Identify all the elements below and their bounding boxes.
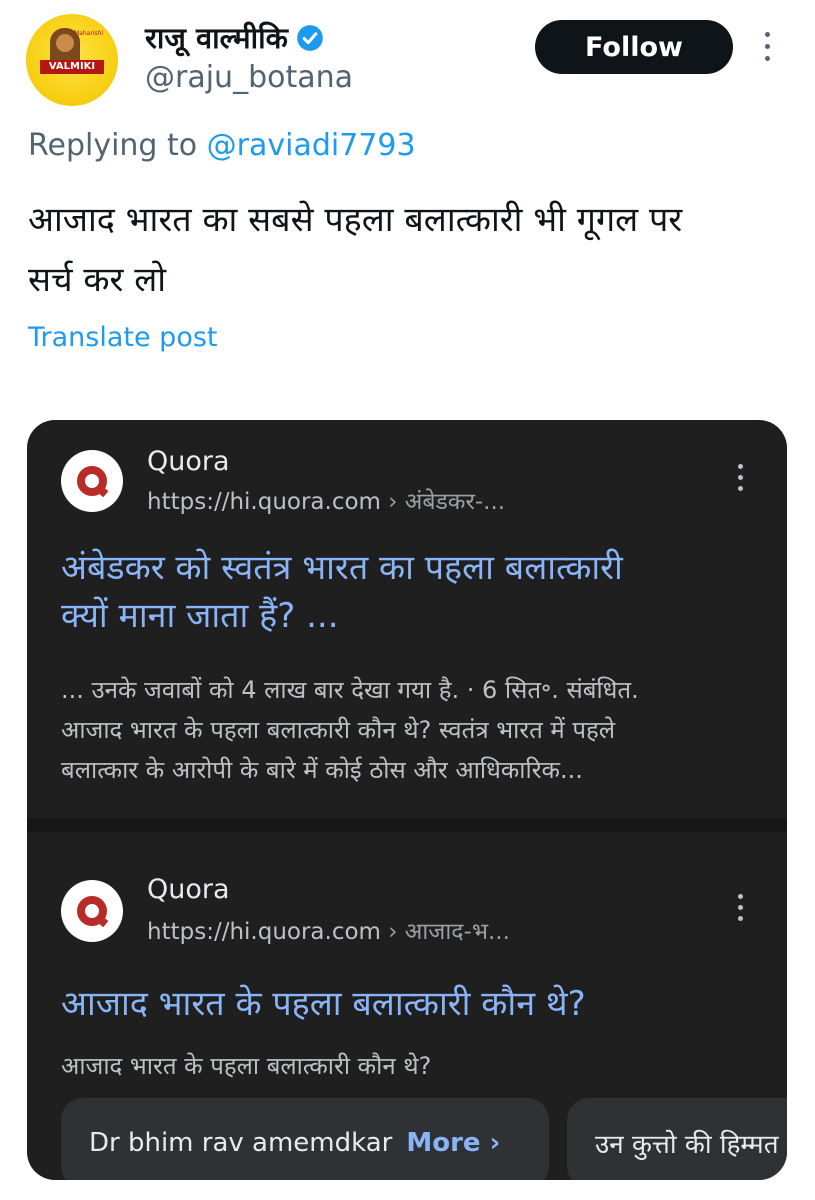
answer-chip-2: उन कुत्तो की हिम्मत xyxy=(567,1098,787,1180)
result-url: https://hi.quora.com › आजाद-भ... xyxy=(147,914,510,946)
result-snippet-line-1: ... उनके जवाबों को 4 लाख बार देखा गया है… xyxy=(61,676,639,704)
replying-to: Replying to @raviadi7793 xyxy=(28,128,416,163)
replying-handle-link[interactable]: @raviadi7793 xyxy=(207,128,416,163)
result-snippet-line-3: बलात्कार के आरोपी के बारे में कोई ठोस और… xyxy=(61,756,583,784)
result-snippet-line-2: आजाद भारत के पहला बलात्कारी कौन थे? स्वत… xyxy=(61,716,616,744)
result-site-name: Quora xyxy=(147,874,230,905)
attached-image[interactable]: Quora https://hi.quora.com › अंबेडकर-...… xyxy=(27,420,787,1180)
translate-post-link[interactable]: Translate post xyxy=(28,322,218,353)
author-handle[interactable]: @raju_botana xyxy=(145,60,353,95)
avatar-banner: VALMIKI xyxy=(40,60,104,74)
result-more-icon xyxy=(735,894,745,924)
quora-logo-icon xyxy=(61,450,123,512)
result-snippet: ... उनके जवाबों को 4 लाख बार देखा गया है… xyxy=(61,670,761,790)
more-options-icon[interactable] xyxy=(762,32,772,66)
post-text-line-2: सर्च कर लो xyxy=(28,260,167,300)
quora-logo-icon xyxy=(61,880,123,942)
result-url-domain: https://hi.quora.com xyxy=(147,919,381,945)
result-title: अंबेडकर को स्वतंत्र भारत का पहला बलात्का… xyxy=(61,544,761,640)
replying-prefix: Replying to xyxy=(28,128,207,163)
result-url-domain: https://hi.quora.com xyxy=(147,489,381,515)
author-row: राजू वाल्मीकि xyxy=(145,18,324,57)
result-url-breadcrumb: › अंबेडकर-... xyxy=(380,489,506,515)
post-text: आजाद भारत का सबसे पहला बलात्कारी भी गूगल… xyxy=(28,190,798,310)
result-title: आजाद भारत के पहला बलात्कारी कौन थे? xyxy=(61,984,586,1024)
result-divider xyxy=(27,818,787,832)
avatar-small-text: Maharishi xyxy=(74,30,104,37)
chip-more-link: More › xyxy=(406,1128,501,1158)
result-url-breadcrumb: › आजाद-भ... xyxy=(380,919,510,945)
result-snippet: आजाद भारत के पहला बलात्कारी कौन थे? xyxy=(61,1052,432,1080)
result-site-name: Quora xyxy=(147,446,230,477)
avatar[interactable]: Maharishi VALMIKI xyxy=(26,14,118,106)
avatar-face xyxy=(56,34,74,52)
chip-text: Dr bhim rav amemdkar xyxy=(89,1128,393,1158)
verified-badge-icon xyxy=(297,24,323,51)
result-more-icon xyxy=(735,464,745,494)
search-result-1: Quora https://hi.quora.com › अंबेडकर-...… xyxy=(27,420,787,818)
chip-text: उन कुत्तो की हिम्मत xyxy=(595,1130,779,1160)
result-title-line-1: अंबेडकर को स्वतंत्र भारत का पहला बलात्का… xyxy=(61,548,623,588)
post-text-line-1: आजाद भारत का सबसे पहला बलात्कारी भी गूगल… xyxy=(28,200,683,240)
author-name[interactable]: राजू वाल्मीकि xyxy=(145,18,288,57)
follow-button[interactable]: Follow xyxy=(535,20,733,74)
result-url: https://hi.quora.com › अंबेडकर-... xyxy=(147,484,505,516)
answer-chip-1: Dr bhim rav amemdkar More › xyxy=(61,1098,549,1180)
result-title-line-2: क्यों माना जाता हैं? ... xyxy=(61,596,339,636)
